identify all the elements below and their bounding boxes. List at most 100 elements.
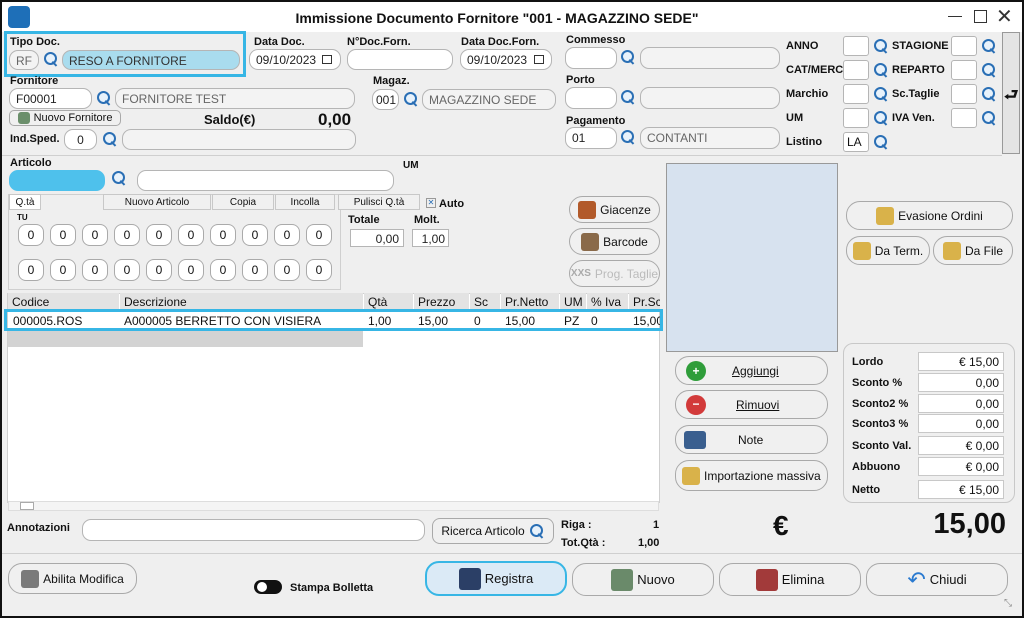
ricerca-articolo-button[interactable]: Ricerca Articolo — [432, 518, 554, 544]
magaz-code-input[interactable]: 001 — [372, 89, 399, 110]
marchio-search-icon[interactable] — [873, 86, 889, 102]
qty-cell[interactable]: 0 — [178, 259, 204, 281]
importazione-massiva-button[interactable]: Importazione massiva — [675, 460, 828, 491]
porto-code-input[interactable] — [565, 87, 617, 109]
tab-incolla[interactable]: Incolla — [275, 194, 335, 210]
aggiungi-button[interactable]: + Aggiungi — [675, 356, 828, 385]
commesso-code-input[interactable] — [565, 47, 617, 69]
tipo-doc-code-input[interactable]: RF — [9, 50, 39, 70]
listino-input[interactable]: LA — [843, 132, 869, 152]
qty-cell[interactable]: 0 — [82, 259, 108, 281]
sctaglie-input[interactable] — [951, 84, 977, 104]
sconto2-input[interactable]: 0,00 — [918, 394, 1004, 413]
marchio-input[interactable] — [843, 84, 869, 104]
articolo-code-input[interactable] — [9, 170, 105, 191]
qty-cell[interactable]: 0 — [242, 259, 268, 281]
registra-button[interactable]: Registra — [425, 561, 567, 596]
abbuono-input[interactable]: € 0,00 — [918, 457, 1004, 476]
maximize-icon[interactable] — [974, 10, 987, 23]
auto-checkbox[interactable]: ✕ — [426, 198, 436, 208]
articolo-search-icon[interactable] — [111, 170, 131, 190]
barcode-button[interactable]: Barcode — [569, 228, 660, 255]
horizontal-scrollbar[interactable] — [8, 501, 659, 511]
col-qta[interactable]: Qtà — [364, 293, 413, 310]
commesso-desc-input[interactable] — [640, 47, 780, 69]
da-file-button[interactable]: Da File — [933, 236, 1013, 265]
ind-sped-desc-input[interactable] — [122, 129, 356, 150]
qty-cell[interactable]: 0 — [146, 259, 172, 281]
col-descrizione[interactable]: Descrizione — [120, 293, 363, 310]
chiudi-button[interactable]: ↶ Chiudi — [866, 563, 1008, 596]
qty-cell[interactable]: 0 — [210, 224, 236, 246]
annotazioni-input[interactable] — [82, 519, 425, 541]
nuovo-button[interactable]: Nuovo — [572, 563, 714, 596]
tipo-doc-search-icon[interactable] — [43, 51, 59, 67]
listino-search-icon[interactable] — [873, 134, 889, 150]
molt-input[interactable]: 1,00 — [412, 229, 449, 247]
close-icon[interactable]: ✕ — [996, 4, 1013, 29]
stagione-search-icon[interactable] — [981, 38, 997, 54]
giacenze-button[interactable]: Giacenze — [569, 196, 660, 223]
scontoval-input[interactable]: € 0,00 — [918, 436, 1004, 455]
qty-cell[interactable]: 0 — [274, 224, 300, 246]
fornitore-desc-input[interactable]: FORNITORE TEST — [115, 88, 355, 109]
magaz-desc-input[interactable]: MAGAZZINO SEDE — [422, 89, 556, 110]
reparto-search-icon[interactable] — [981, 62, 997, 78]
qty-cell[interactable]: 0 — [210, 259, 236, 281]
scroll-thumb[interactable] — [20, 502, 34, 510]
stagione-input[interactable] — [951, 36, 977, 56]
tab-qta[interactable]: Q.tà — [9, 194, 41, 210]
elimina-button[interactable]: Elimina — [719, 563, 861, 596]
qty-cell[interactable]: 0 — [306, 224, 332, 246]
ivaven-input[interactable] — [951, 108, 977, 128]
qty-cell[interactable]: 0 — [242, 224, 268, 246]
ind-sped-search-icon[interactable] — [102, 131, 118, 147]
pagamento-search-icon[interactable] — [620, 129, 636, 145]
calendar-icon[interactable] — [322, 55, 332, 64]
sconto-input[interactable]: 0,00 — [918, 373, 1004, 392]
ivaven-search-icon[interactable] — [981, 110, 997, 126]
pagamento-code-input[interactable]: 01 — [565, 127, 617, 149]
reparto-input[interactable] — [951, 60, 977, 80]
da-term-button[interactable]: Da Term. — [846, 236, 930, 265]
note-button[interactable]: Note — [675, 425, 828, 454]
qty-cell[interactable]: 0 — [82, 224, 108, 246]
catmerc-search-icon[interactable] — [873, 62, 889, 78]
col-iva[interactable]: % Iva — [587, 293, 628, 310]
commesso-search-icon[interactable] — [620, 49, 636, 65]
ndoc-forn-input[interactable] — [347, 49, 453, 70]
col-prsc[interactable]: Pr.Sc — [629, 293, 660, 310]
abilita-modifica-button[interactable]: Abilita Modifica — [8, 563, 137, 594]
um-filter-input[interactable] — [843, 108, 869, 128]
col-sc[interactable]: Sc — [470, 293, 500, 310]
magaz-search-icon[interactable] — [403, 91, 419, 107]
col-prezzo[interactable]: Prezzo — [414, 293, 469, 310]
porto-desc-input[interactable] — [640, 87, 780, 109]
pagamento-desc-input[interactable]: CONTANTI — [640, 127, 780, 149]
col-um[interactable]: UM — [560, 293, 586, 310]
anno-search-icon[interactable] — [873, 38, 889, 54]
tipo-doc-desc-input[interactable]: RESO A FORNITORE — [62, 50, 240, 70]
articolo-desc-input[interactable] — [137, 170, 394, 191]
arrow-left-icon[interactable]: ⮐ — [1004, 84, 1018, 111]
minimize-icon[interactable] — [948, 16, 962, 17]
qty-cell[interactable]: 0 — [114, 259, 140, 281]
sconto3-input[interactable]: 0,00 — [918, 414, 1004, 433]
prog-taglie-button[interactable]: XXS Prog. Taglie — [569, 260, 660, 287]
anno-input[interactable] — [843, 36, 869, 56]
fornitore-search-icon[interactable] — [96, 90, 112, 106]
catmerc-input[interactable] — [843, 60, 869, 80]
um-filter-search-icon[interactable] — [873, 110, 889, 126]
qty-cell[interactable]: 0 — [114, 224, 140, 246]
qty-cell[interactable]: 0 — [306, 259, 332, 281]
calendar-icon[interactable] — [534, 55, 544, 64]
tab-copia[interactable]: Copia — [212, 194, 274, 210]
tab-pulisci-qta[interactable]: Pulisci Q.tà — [338, 194, 420, 210]
qty-cell[interactable]: 0 — [18, 224, 44, 246]
porto-search-icon[interactable] — [620, 89, 636, 105]
nuovo-fornitore-button[interactable]: Nuovo Fornitore — [9, 110, 121, 126]
qty-cell[interactable]: 0 — [178, 224, 204, 246]
qty-cell[interactable]: 0 — [50, 259, 76, 281]
qty-cell[interactable]: 0 — [50, 224, 76, 246]
rimuovi-button[interactable]: − Rimuovi — [675, 390, 828, 419]
